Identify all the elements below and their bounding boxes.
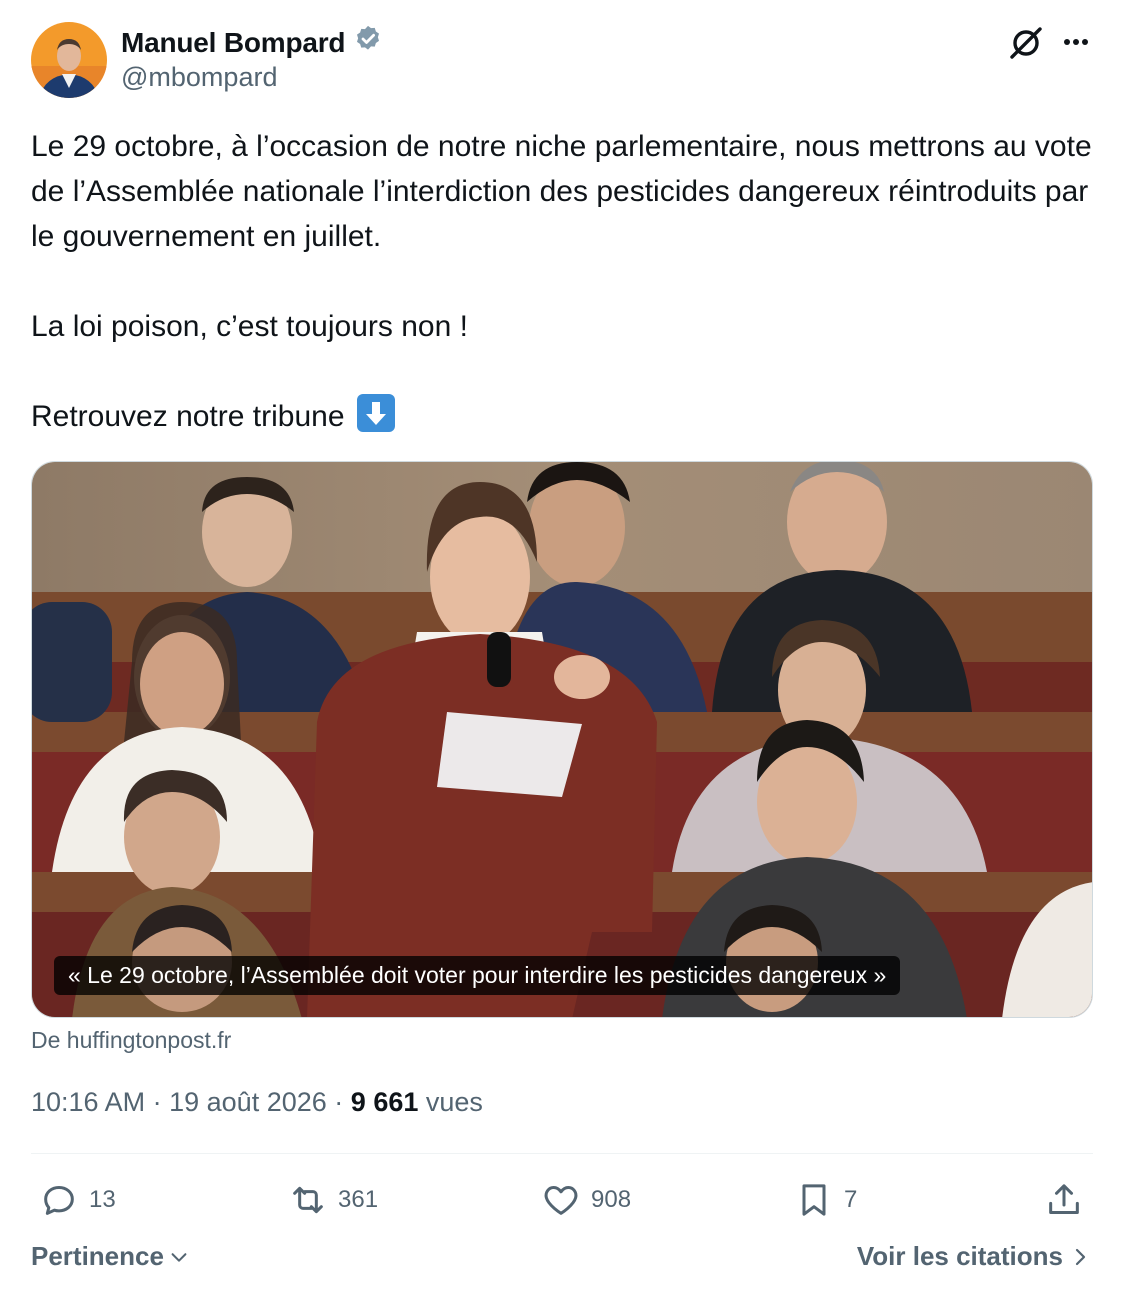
chevron-right-icon [1075, 1248, 1086, 1265]
heart-icon [544, 1186, 578, 1215]
display-name[interactable]: Manuel Bompard [121, 24, 383, 61]
tweet-paragraph: Le 29 octobre, à l’occasion de notre nic… [31, 130, 1092, 253]
meta-separator: · [334, 1087, 344, 1117]
display-name-text: Manuel Bompard [121, 26, 346, 58]
tweet-text: Le 29 octobre, à l’occasion de notre nic… [31, 124, 1096, 439]
link-card[interactable]: « Le 29 octobre, l’Assemblée doit voter … [31, 461, 1093, 1018]
bookmark-button[interactable]: 7 [794, 1172, 857, 1228]
action-bar: 13 361 908 7 [0, 1172, 1123, 1228]
tweet-detail: Manuel Bompard @mbompard Le 29 octobre, … [0, 0, 1123, 1297]
tweet-meta: 10:16 AM · 19 août 2026 · 9 661 vues [31, 1087, 483, 1118]
tweet-paragraph: Retrouvez notre tribune [31, 400, 345, 433]
verified-badge-icon [353, 24, 383, 61]
sort-label: Pertinence [31, 1241, 164, 1271]
card-source[interactable]: De huffingtonpost.fr [31, 1027, 231, 1054]
views-count: 9 661 [350, 1087, 419, 1117]
tweet-date[interactable]: 19 août 2026 [169, 1087, 327, 1117]
reply-button[interactable]: 13 [39, 1172, 116, 1228]
arrow-down-emoji-icon [356, 394, 395, 432]
repost-icon [293, 1186, 323, 1214]
chevron-down-icon [171, 1252, 187, 1262]
handle[interactable]: @mbompard [121, 62, 277, 93]
card-image [32, 462, 1092, 1017]
views-label: vues [425, 1087, 483, 1117]
bookmark-icon [802, 1184, 826, 1216]
tweet-paragraph-with-emoji: Retrouvez notre tribune [31, 394, 1096, 439]
view-quotes-link[interactable]: Voir les citations [857, 1241, 1089, 1272]
bookmark-count: 7 [844, 1186, 858, 1213]
card-caption: « Le 29 octobre, l’Assemblée doit voter … [54, 956, 901, 995]
quotes-label: Voir les citations [856, 1241, 1063, 1271]
avatar[interactable] [31, 22, 107, 98]
repost-button[interactable]: 361 [288, 1172, 378, 1228]
tweet-time[interactable]: 10:16 AM [31, 1087, 145, 1117]
meta-separator: · [152, 1087, 162, 1117]
grok-icon[interactable] [1006, 22, 1046, 62]
sort-dropdown[interactable]: Pertinence [31, 1241, 190, 1272]
reply-count: 13 [89, 1186, 116, 1213]
repost-count: 361 [338, 1186, 379, 1213]
divider [31, 1153, 1093, 1154]
share-button[interactable] [1044, 1172, 1084, 1228]
more-icon[interactable] [1056, 22, 1096, 62]
tweet-paragraph: La loi poison, c’est toujours non ! [31, 310, 468, 343]
share-icon [1049, 1184, 1079, 1214]
like-count: 908 [591, 1186, 632, 1213]
like-button[interactable]: 908 [541, 1172, 631, 1228]
reply-icon [44, 1186, 74, 1215]
